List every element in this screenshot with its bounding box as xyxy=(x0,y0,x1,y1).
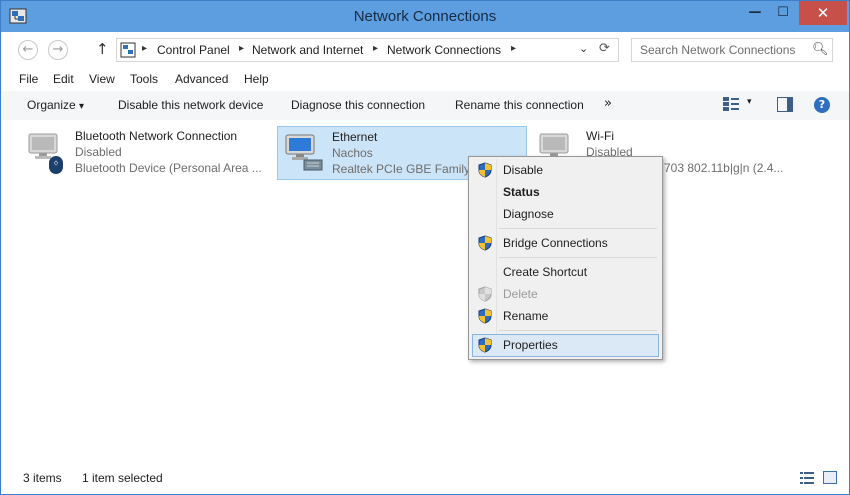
menu-item-label: Status xyxy=(503,185,540,199)
details-view-icon[interactable] xyxy=(800,472,814,484)
menu-item-label: Rename xyxy=(503,309,549,323)
menu-bar: File Edit View Tools Advanced Help xyxy=(1,68,849,92)
breadcrumb-separator[interactable]: ▸ xyxy=(142,43,147,54)
menu-tools[interactable]: Tools xyxy=(130,72,158,86)
breadcrumb-separator[interactable]: ▸ xyxy=(373,43,378,54)
title-bar[interactable]: Network Connections — ☐ ✕ xyxy=(1,1,849,32)
uac-shield-icon xyxy=(478,308,492,324)
navigation-bar: ← → ↑ ▸ Control Panel ▸ Network and Inte… xyxy=(1,32,849,68)
diagnose-connection-button[interactable]: Diagnose this connection xyxy=(291,98,425,112)
network-connections-window: Network Connections — ☐ ✕ ← → ↑ ▸ Contro… xyxy=(0,0,850,495)
menu-separator xyxy=(499,330,657,331)
menu-item-properties[interactable]: Properties xyxy=(472,334,659,357)
minimize-button[interactable]: — xyxy=(741,1,769,25)
breadcrumb-control-panel[interactable]: Control Panel xyxy=(157,43,230,57)
large-icons-view-icon[interactable] xyxy=(823,471,837,484)
refresh-button[interactable]: ⟳ xyxy=(599,41,610,56)
command-bar: Organize ▾ Disable this network device D… xyxy=(1,91,849,121)
organize-button[interactable]: Organize ▾ xyxy=(27,98,84,112)
network-cable-icon xyxy=(303,159,323,171)
breadcrumb-network-connections[interactable]: Network Connections xyxy=(387,43,501,57)
uac-shield-icon xyxy=(478,235,492,251)
change-view-icon[interactable] xyxy=(723,97,739,111)
view-options-dropdown[interactable]: ▾ xyxy=(747,97,752,107)
menu-separator xyxy=(499,228,657,229)
item-count: 3 items xyxy=(23,471,62,485)
connection-name: Bluetooth Network Connection xyxy=(75,129,238,143)
disable-device-button[interactable]: Disable this network device xyxy=(118,98,263,112)
context-menu: Disable Status Diagnose Bridge Connectio… xyxy=(468,156,663,360)
menu-item-label: Properties xyxy=(503,338,558,352)
status-bar: 3 items 1 item selected xyxy=(1,464,849,494)
help-icon[interactable]: ? xyxy=(814,97,830,113)
rename-connection-button[interactable]: Rename this connection xyxy=(455,98,584,112)
search-input[interactable] xyxy=(636,41,814,59)
connections-list: ᛜ Bluetooth Network Connection Disabled … xyxy=(1,120,849,464)
search-box[interactable]: 🔍︎ xyxy=(631,38,833,62)
connection-device: Bluetooth Device (Personal Area ... xyxy=(75,161,262,175)
selection-count: 1 item selected xyxy=(82,471,163,485)
connection-status: Nachos xyxy=(332,146,373,160)
uac-shield-icon xyxy=(478,286,492,302)
bluetooth-icon: ᛜ xyxy=(49,156,63,174)
menu-item-bridge-connections[interactable]: Bridge Connections xyxy=(472,232,659,254)
menu-item-create-shortcut[interactable]: Create Shortcut xyxy=(472,261,659,283)
menu-item-label: Diagnose xyxy=(503,207,554,221)
connection-status: Disabled xyxy=(75,145,122,159)
more-commands-button[interactable]: » xyxy=(604,96,612,111)
chevron-down-icon: ▾ xyxy=(79,101,85,112)
menu-item-rename[interactable]: Rename xyxy=(472,305,659,327)
connection-name: Wi-Fi xyxy=(586,129,614,143)
menu-file[interactable]: File xyxy=(19,72,38,86)
preview-pane-icon[interactable] xyxy=(777,97,793,112)
menu-item-label: Disable xyxy=(503,163,544,177)
organize-label: Organize xyxy=(27,98,76,112)
maximize-button[interactable]: ☐ xyxy=(769,1,797,25)
uac-shield-icon xyxy=(478,162,492,178)
forward-button[interactable]: → xyxy=(48,40,68,60)
uac-shield-icon xyxy=(478,337,492,353)
menu-view[interactable]: View xyxy=(89,72,115,86)
menu-item-status[interactable]: Status xyxy=(472,181,659,203)
menu-item-label: Delete xyxy=(503,287,538,301)
menu-edit[interactable]: Edit xyxy=(53,72,74,86)
close-button[interactable]: ✕ xyxy=(799,1,847,25)
back-button[interactable]: ← xyxy=(18,40,38,60)
breadcrumb-separator[interactable]: ▸ xyxy=(239,43,244,54)
address-bar[interactable]: ▸ Control Panel ▸ Network and Internet ▸… xyxy=(116,38,619,62)
breadcrumb-network-and-internet[interactable]: Network and Internet xyxy=(252,43,363,57)
connection-device: Realtek PCIe GBE Family C xyxy=(332,162,472,176)
connection-item-bluetooth[interactable]: ᛜ Bluetooth Network Connection Disabled … xyxy=(21,126,271,180)
menu-help[interactable]: Help xyxy=(244,72,269,86)
up-button[interactable]: ↑ xyxy=(96,40,109,58)
menu-item-delete: Delete xyxy=(472,283,659,305)
connection-name: Ethernet xyxy=(332,130,378,144)
magnifier-icon[interactable]: 🔍︎ xyxy=(812,42,829,57)
menu-item-label: Bridge Connections xyxy=(503,236,608,250)
menu-item-diagnose[interactable]: Diagnose xyxy=(472,203,659,225)
connection-device: 703 802.11b|g|n (2.4... xyxy=(664,161,784,175)
control-panel-icon xyxy=(120,42,136,58)
menu-separator xyxy=(499,257,657,258)
menu-advanced[interactable]: Advanced xyxy=(175,72,228,86)
window-title: Network Connections xyxy=(353,8,497,25)
menu-item-disable[interactable]: Disable xyxy=(472,159,659,181)
address-dropdown-button[interactable]: ⌄ xyxy=(579,42,588,55)
breadcrumb-separator[interactable]: ▸ xyxy=(511,43,516,54)
menu-item-label: Create Shortcut xyxy=(503,265,588,279)
